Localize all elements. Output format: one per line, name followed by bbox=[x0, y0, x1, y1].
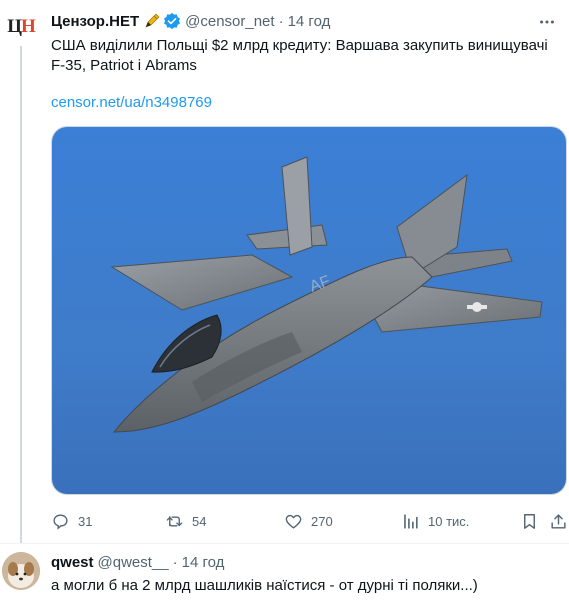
verified-badge-icon bbox=[163, 12, 181, 30]
share-icon bbox=[551, 513, 566, 529]
views-count: 10 тис. bbox=[428, 513, 470, 529]
retweet-icon bbox=[166, 515, 183, 527]
article-link[interactable]: censor.net/ua/n3498769 bbox=[51, 94, 212, 111]
tweet[interactable]: ЦН Цензор.НЕТ @censor_net · 14 год США в bbox=[0, 0, 569, 543]
views-chart-icon bbox=[404, 513, 418, 529]
heart-icon bbox=[285, 514, 302, 529]
reply-separator-dot: · bbox=[172, 554, 178, 571]
avatar-letter-1: Ц bbox=[7, 16, 22, 37]
reply-text: а могли б на 2 млрд шашликів наїстися - … bbox=[51, 577, 478, 594]
reply-author-handle[interactable]: @qwest__ bbox=[98, 554, 169, 571]
dog-photo-icon bbox=[2, 552, 40, 590]
retweet-count: 54 bbox=[192, 513, 207, 529]
reply-timestamp[interactable]: 14 год bbox=[182, 554, 225, 571]
share-button[interactable] bbox=[549, 510, 569, 532]
author-name[interactable]: Цензор.НЕТ bbox=[51, 13, 139, 30]
like-button[interactable]: 270 bbox=[284, 510, 333, 532]
bookmark-icon bbox=[524, 513, 535, 529]
tweet-text: США виділили Польщі $2 млрд кредиту: Вар… bbox=[51, 37, 548, 74]
reply-author-name[interactable]: qwest bbox=[51, 554, 94, 571]
reply-header: qwest @qwest__ · 14 год bbox=[51, 554, 224, 571]
views-button[interactable]: 10 тис. bbox=[401, 510, 469, 532]
fighter-jet-photo-icon: AF bbox=[52, 127, 566, 494]
reply-icon bbox=[53, 513, 68, 530]
bookmark-button[interactable] bbox=[520, 510, 547, 532]
thread-line bbox=[20, 46, 22, 543]
pen-emoji-icon bbox=[143, 12, 161, 30]
tweet-actions: 31 54 270 10 тис. bbox=[51, 510, 567, 532]
avatar-letter-2: Н bbox=[21, 16, 36, 37]
separator-dot: · bbox=[278, 12, 284, 30]
reply-button[interactable]: 31 bbox=[51, 510, 92, 532]
reply-avatar[interactable] bbox=[2, 552, 40, 590]
reply-tweet[interactable]: qwest @qwest__ · 14 год а могли б на 2 м… bbox=[0, 544, 569, 603]
author-handle[interactable]: @censor_net bbox=[185, 13, 274, 30]
like-count: 270 bbox=[311, 513, 333, 529]
reply-count: 31 bbox=[78, 513, 93, 529]
tweet-image[interactable]: AF bbox=[51, 126, 567, 495]
retweet-button[interactable]: 54 bbox=[165, 510, 206, 532]
timestamp[interactable]: 14 год bbox=[288, 13, 331, 30]
avatar[interactable]: ЦН bbox=[2, 8, 40, 46]
more-options-icon[interactable] bbox=[537, 12, 557, 32]
tweet-header: Цензор.НЕТ @censor_net · 14 год bbox=[51, 11, 330, 31]
